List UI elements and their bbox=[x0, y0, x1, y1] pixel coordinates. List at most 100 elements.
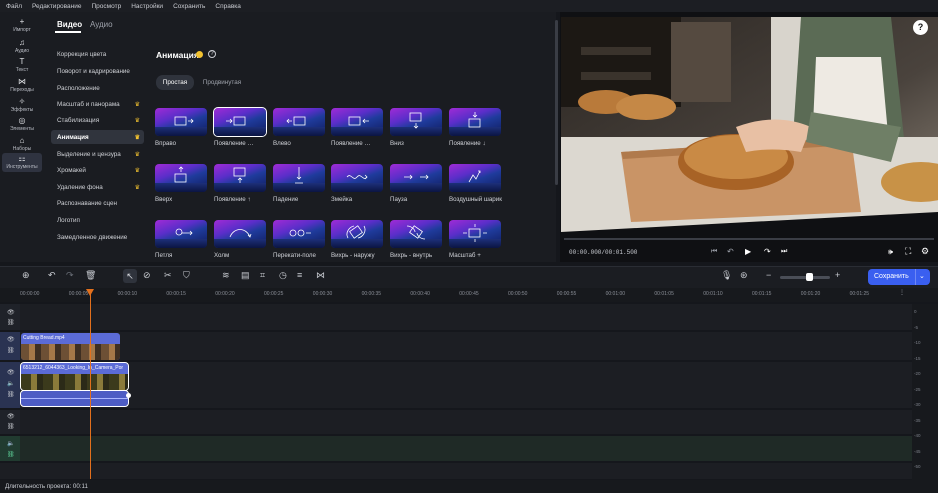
fullscreen-icon[interactable]: ⛶ bbox=[905, 246, 911, 257]
eye-icon[interactable]: 👁 bbox=[7, 413, 15, 420]
mode-advanced[interactable]: Продвинутая bbox=[198, 75, 246, 90]
feature-item-0[interactable]: Коррекция цвета bbox=[51, 47, 144, 61]
animation-thumbnail-2[interactable] bbox=[273, 108, 325, 136]
mic-icon[interactable]: 🎙 bbox=[721, 270, 732, 281]
pointer-tool-icon[interactable]: ↖ bbox=[123, 269, 137, 283]
animation-thumbnail-13[interactable] bbox=[214, 220, 266, 248]
animation-thumbnail-4[interactable] bbox=[390, 108, 442, 136]
audio-icon[interactable]: 🔈 bbox=[7, 440, 14, 447]
zoom-in-icon[interactable]: + bbox=[835, 270, 840, 280]
clip-looking-in-camera[interactable]: 6513212_6044363_Looking_In_Camera_Por bbox=[20, 362, 129, 391]
feature-item-6[interactable]: Выделение и цензура ♛ bbox=[51, 147, 144, 161]
save-button[interactable]: Сохранить ⌄ bbox=[868, 269, 930, 285]
ruler-menu-icon[interactable]: ⋮ bbox=[899, 289, 905, 296]
volume-icon[interactable]: 🕪 bbox=[888, 247, 893, 257]
undo-step-icon[interactable]: ↶ bbox=[727, 247, 734, 256]
audio-wave-icon[interactable]: ≋ bbox=[222, 270, 230, 281]
feature-item-10[interactable]: Логотип bbox=[51, 213, 144, 227]
feature-item-9[interactable]: Распознавание сцен bbox=[51, 196, 144, 210]
animation-thumbnail-11[interactable] bbox=[449, 164, 501, 192]
clip-handle[interactable] bbox=[126, 393, 131, 398]
zoom-out-icon[interactable]: − bbox=[766, 270, 771, 280]
menu-file[interactable]: Файл bbox=[6, 3, 22, 10]
feature-item-1[interactable]: Поворот и кадрирование bbox=[51, 64, 144, 78]
eye-icon[interactable]: 👁 bbox=[7, 336, 15, 343]
snap-icon[interactable]: ⊛ bbox=[740, 270, 748, 281]
mode-simple[interactable]: Простая bbox=[156, 75, 194, 90]
help-icon[interactable]: ? bbox=[913, 20, 928, 35]
skip-forward-icon[interactable]: ⏭ bbox=[781, 248, 787, 256]
zoom-slider[interactable] bbox=[780, 276, 830, 279]
tab-video[interactable]: Видео bbox=[57, 20, 82, 29]
tool-tools[interactable]: ⚏ Инструменты bbox=[2, 153, 42, 172]
zoom-slider-handle[interactable] bbox=[806, 273, 813, 281]
animation-thumbnail-0[interactable] bbox=[155, 108, 207, 136]
tool-plus[interactable]: + Импорт bbox=[2, 16, 42, 35]
animation-thumbnail-17[interactable] bbox=[449, 220, 501, 248]
adjust-icon[interactable]: ≡ bbox=[297, 270, 302, 280]
chevron-down-icon[interactable]: ⌄ bbox=[919, 272, 925, 280]
eye-icon[interactable]: 👁 bbox=[7, 309, 15, 316]
playhead[interactable] bbox=[90, 289, 91, 479]
tab-audio[interactable]: Аудио bbox=[90, 20, 113, 29]
tool-transitions[interactable]: ⋈ Переходы bbox=[2, 76, 42, 95]
help-icon[interactable]: ? bbox=[208, 50, 216, 58]
feature-item-3[interactable]: Масштаб и панорама ♛ bbox=[51, 97, 144, 111]
animation-thumbnail-5[interactable] bbox=[449, 108, 501, 136]
menu-settings[interactable]: Настройки bbox=[131, 3, 163, 10]
skip-back-icon[interactable]: ⏮ bbox=[711, 248, 717, 256]
tool-music[interactable]: ♫ Аудио bbox=[2, 37, 42, 56]
shield-icon[interactable]: ⛉ bbox=[183, 270, 190, 281]
link-icon[interactable]: ⛓ bbox=[7, 347, 15, 354]
feature-item-2[interactable]: Расположение bbox=[51, 81, 144, 95]
razor-off-icon[interactable]: ⊘ bbox=[143, 270, 151, 281]
animation-thumbnail-14[interactable] bbox=[273, 220, 325, 248]
clip-audio[interactable] bbox=[20, 390, 129, 407]
audio-icon[interactable]: 🔈 bbox=[7, 380, 14, 387]
link-icon[interactable]: ⛓ bbox=[7, 319, 15, 326]
tool-effects[interactable]: ✧ Эффекты bbox=[2, 96, 42, 115]
menu-view[interactable]: Просмотр bbox=[92, 3, 122, 10]
feature-item-7[interactable]: Хромакей ♛ bbox=[51, 163, 144, 177]
feature-item-4[interactable]: Стабилизация ♛ bbox=[51, 113, 144, 127]
add-track-icon[interactable]: ⊕ bbox=[22, 270, 30, 281]
caption-icon[interactable]: ▤ bbox=[241, 270, 250, 281]
menu-help[interactable]: Справка bbox=[215, 3, 241, 10]
menu-edit[interactable]: Редактирование bbox=[32, 3, 82, 10]
animation-thumbnail-1[interactable] bbox=[213, 107, 267, 137]
animation-thumbnail-6[interactable] bbox=[155, 164, 207, 192]
timer-icon[interactable]: ◷ bbox=[279, 270, 287, 281]
meter-label: -45 bbox=[914, 448, 921, 454]
tool-elements[interactable]: ◎ Элементы bbox=[2, 115, 42, 134]
effects-icon[interactable]: ⋈ bbox=[316, 270, 325, 281]
animation-thumbnail-9[interactable] bbox=[331, 164, 383, 192]
clip-cutting-bread[interactable]: Cutting Bread.mp4 bbox=[21, 333, 120, 360]
settings-icon[interactable]: ⚙ bbox=[921, 246, 929, 257]
tool-text[interactable]: T Текст bbox=[2, 56, 42, 75]
animation-thumbnail-3[interactable] bbox=[331, 108, 383, 136]
animation-thumbnail-15[interactable] bbox=[331, 220, 383, 248]
link-icon[interactable]: ⛓ bbox=[7, 423, 15, 430]
play-icon[interactable]: ▶ bbox=[745, 247, 751, 256]
link-icon[interactable]: ⛓ bbox=[7, 391, 15, 398]
animation-thumbnail-12[interactable] bbox=[155, 220, 207, 248]
gallery-scrollbar[interactable] bbox=[555, 20, 558, 185]
menu-save[interactable]: Сохранить bbox=[173, 3, 205, 10]
feature-item-11[interactable]: Замедленное движение bbox=[51, 230, 144, 244]
preview-seekbar[interactable] bbox=[564, 238, 934, 240]
animation-thumbnail-7[interactable] bbox=[214, 164, 266, 192]
undo-icon[interactable]: ↶ bbox=[48, 270, 56, 281]
delete-icon[interactable]: 🗑 bbox=[85, 270, 96, 281]
animation-thumbnail-10[interactable] bbox=[390, 164, 442, 192]
crop-icon[interactable]: ⌗ bbox=[260, 270, 265, 281]
tool-sets[interactable]: ⌂ Наборы bbox=[2, 135, 42, 154]
animation-thumbnail-16[interactable] bbox=[390, 220, 442, 248]
feature-item-8[interactable]: Удаление фона ♛ bbox=[51, 180, 144, 194]
eye-icon[interactable]: 👁 bbox=[7, 369, 15, 376]
redo-step-icon[interactable]: ↷ bbox=[764, 247, 771, 256]
cut-icon[interactable]: ✂ bbox=[164, 270, 172, 281]
redo-icon[interactable]: ↷ bbox=[66, 270, 74, 281]
feature-item-5[interactable]: Анимация ♛ bbox=[51, 130, 144, 144]
animation-thumbnail-8[interactable] bbox=[273, 164, 325, 192]
link-icon[interactable]: ⛓ bbox=[7, 451, 15, 458]
